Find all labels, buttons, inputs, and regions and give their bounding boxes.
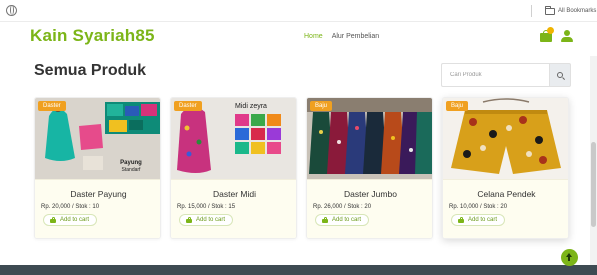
add-to-cart-button[interactable]: Add to cart bbox=[451, 214, 506, 226]
add-to-cart-label: Add to cart bbox=[468, 217, 498, 223]
product-name[interactable]: Daster Payung bbox=[35, 189, 160, 199]
nav-alur-pembelian-link[interactable]: Alur Pembelian bbox=[332, 33, 379, 40]
header-actions bbox=[540, 27, 573, 42]
page-title: Semua Produk bbox=[34, 62, 147, 79]
product-price-stock: Rp. 10,000 / Stok : 20 bbox=[449, 204, 508, 210]
product-info: Daster Midi Rp. 15,000 / Stok : 15 Add t… bbox=[171, 179, 296, 238]
category-badge: Daster bbox=[174, 101, 202, 111]
all-bookmarks-label: All Bookmarks bbox=[558, 8, 597, 14]
shopping-bag-icon bbox=[186, 217, 192, 223]
site-logo[interactable]: Kain Syariah85 bbox=[30, 26, 155, 46]
folder-icon bbox=[545, 5, 555, 15]
shopping-bag-icon bbox=[322, 217, 328, 223]
cart-badge bbox=[547, 27, 554, 34]
product-card[interactable]: Baju Daster Jumbo Rp. 26,000 / Stok : 20… bbox=[306, 97, 433, 239]
add-to-cart-button[interactable]: Add to cart bbox=[179, 214, 234, 226]
product-card[interactable]: Midi zeyra Daster Daster Midi Rp. 15,000… bbox=[170, 97, 297, 239]
site-header: Kain Syariah85 Home Alur Pembelian bbox=[0, 22, 597, 56]
shopping-bag-icon bbox=[458, 217, 464, 223]
product-info: Celana Pendek Rp. 10,000 / Stok : 20 Add… bbox=[443, 179, 568, 238]
site-footer bbox=[0, 265, 597, 275]
product-info: Daster Jumbo Rp. 26,000 / Stok : 20 Add … bbox=[307, 179, 432, 238]
category-badge: Daster bbox=[38, 101, 66, 111]
scrollbar-thumb[interactable] bbox=[591, 142, 596, 227]
category-badge: Baju bbox=[446, 101, 469, 111]
nav-home-link[interactable]: Home bbox=[304, 33, 323, 40]
add-to-cart-button[interactable]: Add to cart bbox=[315, 214, 370, 226]
arrow-up-icon bbox=[566, 253, 572, 261]
globe-icon[interactable] bbox=[6, 5, 17, 16]
search-icon bbox=[557, 72, 563, 78]
search-bar bbox=[441, 63, 571, 87]
svg-text:Midi zeyra: Midi zeyra bbox=[235, 103, 267, 110]
page-scrollbar[interactable] bbox=[590, 56, 597, 265]
add-to-cart-label: Add to cart bbox=[60, 217, 90, 223]
search-button[interactable] bbox=[549, 63, 571, 87]
add-to-cart-button[interactable]: Add to cart bbox=[43, 214, 98, 226]
product-name[interactable]: Daster Jumbo bbox=[307, 189, 432, 199]
main-content: Semua Produk Cari Produk Payung Standarf… bbox=[0, 56, 597, 265]
product-grid: Payung Standarf Daster Daster Payung Rp.… bbox=[34, 97, 570, 239]
add-to-cart-label: Add to cart bbox=[196, 217, 226, 223]
product-info: Daster Payung Rp. 20,000 / Stok : 10 Add… bbox=[35, 179, 160, 238]
svg-text:Standarf: Standarf bbox=[122, 167, 142, 173]
product-card[interactable]: Payung Standarf Daster Daster Payung Rp.… bbox=[34, 97, 161, 239]
bookmarks-divider bbox=[531, 5, 532, 17]
cart-icon[interactable] bbox=[540, 27, 554, 42]
product-name[interactable]: Daster Midi bbox=[171, 189, 296, 199]
search-input[interactable] bbox=[441, 63, 549, 87]
product-price-stock: Rp. 15,000 / Stok : 15 bbox=[177, 204, 236, 210]
all-bookmarks-button[interactable]: All Bookmarks bbox=[545, 4, 596, 18]
shopping-bag-icon bbox=[50, 217, 56, 223]
product-name[interactable]: Celana Pendek bbox=[443, 189, 568, 199]
user-icon[interactable] bbox=[561, 30, 573, 42]
bookmarks-bar: All Bookmarks bbox=[0, 0, 597, 22]
product-card[interactable]: Baju Celana Pendek Rp. 10,000 / Stok : 2… bbox=[442, 97, 569, 239]
product-price-stock: Rp. 20,000 / Stok : 10 bbox=[41, 204, 100, 210]
back-to-top-button[interactable] bbox=[561, 249, 578, 266]
category-badge: Baju bbox=[310, 101, 333, 111]
main-nav: Home Alur Pembelian bbox=[304, 33, 379, 40]
add-to-cart-label: Add to cart bbox=[332, 217, 362, 223]
product-price-stock: Rp. 26,000 / Stok : 20 bbox=[313, 204, 372, 210]
svg-text:Payung: Payung bbox=[120, 160, 142, 166]
